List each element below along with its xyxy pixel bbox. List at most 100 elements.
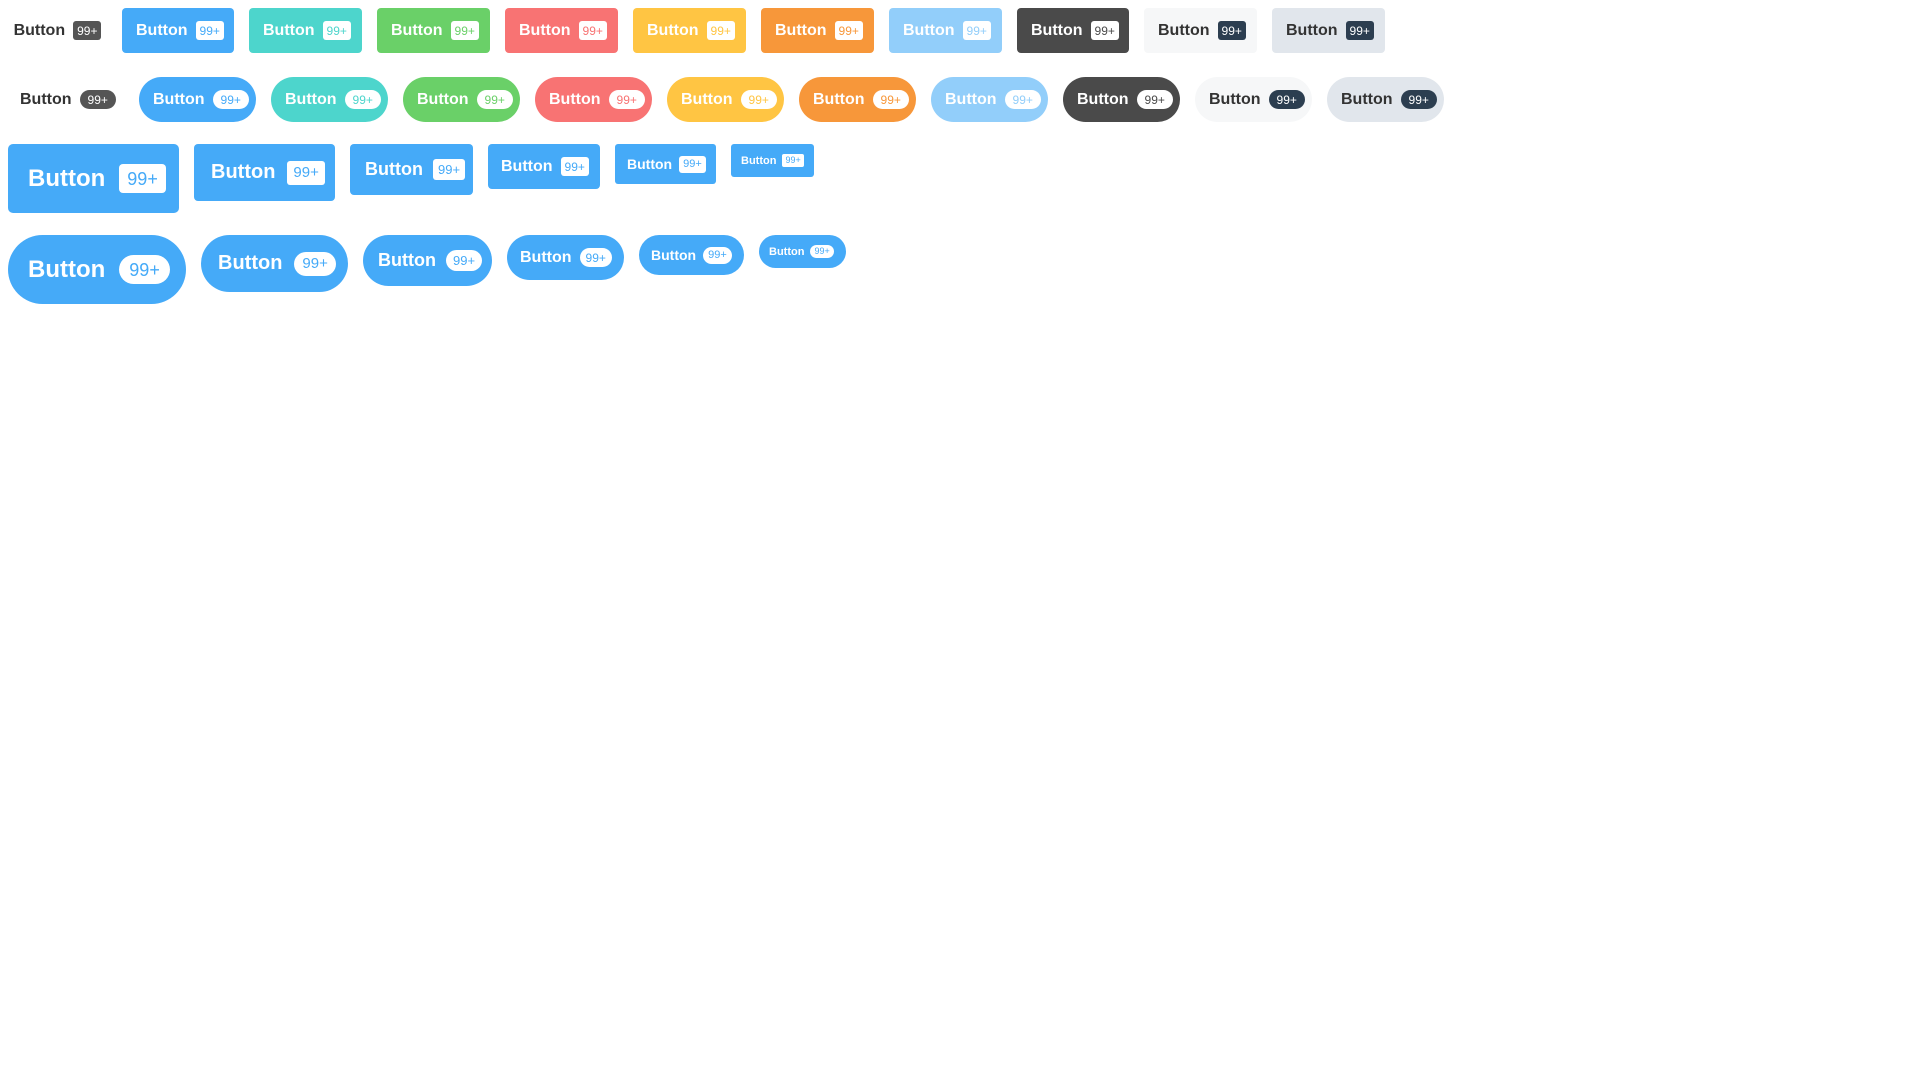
medium-round-button[interactable]: Button 99+ [363, 235, 492, 286]
dark-round-button[interactable]: Button 99+ [1063, 77, 1180, 122]
badge-count: 99+ [1345, 21, 1374, 40]
white-round-button[interactable]: Button 99+ [1195, 77, 1312, 122]
badge-count: 99+ [450, 21, 479, 40]
badge-count: 99+ [578, 21, 607, 40]
badge-count: 99+ [560, 157, 589, 176]
teal-round-button[interactable]: Button 99+ [271, 77, 388, 122]
badge-count: 99+ [294, 251, 336, 276]
default-round-button[interactable]: Button 99+ [8, 77, 124, 122]
badge-count: 99+ [73, 21, 102, 40]
xsmall-button[interactable]: Button 99+ [731, 144, 814, 177]
gray-button[interactable]: Button 99+ [1272, 8, 1385, 53]
button-label: Button [775, 21, 827, 39]
default-button[interactable]: Button 99+ [8, 8, 107, 53]
button-label: Button [417, 90, 469, 108]
button-label: Button [1286, 21, 1338, 39]
button-label: Button [28, 255, 106, 283]
orange-button[interactable]: Button 99+ [761, 8, 874, 53]
badge-count: 99+ [322, 21, 351, 40]
button-label: Button [520, 248, 572, 266]
button-label: Button [136, 21, 188, 39]
size-buttons-square-row: Button 99+ Button 99+ Button 99+ Button … [8, 144, 814, 213]
badge-count: 99+ [195, 21, 224, 40]
button-label: Button [263, 21, 315, 39]
badge-count: 99+ [706, 21, 735, 40]
light-blue-button[interactable]: Button 99+ [889, 8, 1002, 53]
light-blue-round-button[interactable]: Button 99+ [931, 77, 1048, 122]
teal-button[interactable]: Button 99+ [249, 8, 362, 53]
dark-button[interactable]: Button 99+ [1017, 8, 1129, 53]
button-label: Button [813, 90, 865, 108]
large-round-button[interactable]: Button 99+ [201, 235, 348, 292]
button-label: Button [391, 21, 443, 39]
white-button[interactable]: Button 99+ [1144, 8, 1257, 53]
badge-count: 99+ [1400, 90, 1437, 109]
button-label: Button [741, 154, 777, 167]
gray-round-button[interactable]: Button 99+ [1327, 77, 1444, 122]
badge-count: 99+ [212, 90, 249, 109]
green-button[interactable]: Button 99+ [377, 8, 490, 53]
red-round-button[interactable]: Button 99+ [535, 77, 652, 122]
button-label: Button [769, 245, 805, 258]
button-label: Button [20, 90, 72, 108]
badge-count: 99+ [579, 248, 612, 267]
button-label: Button [501, 157, 553, 175]
badge-count: 99+ [119, 164, 166, 193]
badge-count: 99+ [432, 159, 466, 180]
button-label: Button [285, 90, 337, 108]
badge-count: 99+ [1090, 21, 1119, 40]
button-label: Button [1341, 90, 1393, 108]
badge-count: 99+ [119, 255, 170, 284]
button-label: Button [13, 21, 66, 39]
button-label: Button [365, 159, 423, 179]
yellow-button[interactable]: Button 99+ [633, 8, 746, 53]
button-label: Button [378, 250, 436, 270]
badge-count: 99+ [962, 21, 991, 40]
red-button[interactable]: Button 99+ [505, 8, 618, 53]
button-label: Button [1077, 90, 1129, 108]
badge-count: 99+ [1004, 90, 1041, 109]
badge-count: 99+ [287, 160, 325, 185]
badge-count: 99+ [476, 90, 513, 109]
badge-count: 99+ [1268, 90, 1305, 109]
badge-count: 99+ [679, 155, 706, 173]
xlarge-round-button[interactable]: Button 99+ [8, 235, 186, 304]
button-label: Button [1031, 21, 1083, 39]
button-label: Button [1209, 90, 1261, 108]
size-buttons-round-row: Button 99+ Button 99+ Button 99+ Button … [8, 235, 846, 304]
button-label: Button [211, 161, 276, 183]
button-label: Button [627, 156, 673, 172]
small-round-button[interactable]: Button 99+ [639, 235, 744, 275]
small-button[interactable]: Button 99+ [615, 144, 716, 184]
primary-button[interactable]: Button 99+ [122, 8, 234, 53]
default-size-round-button[interactable]: Button 99+ [507, 235, 624, 280]
badge-count: 99+ [344, 90, 381, 109]
badge-count: 99+ [810, 245, 834, 258]
button-label: Button [28, 164, 106, 192]
button-label: Button [903, 21, 955, 39]
xlarge-button[interactable]: Button 99+ [8, 144, 179, 213]
button-label: Button [153, 90, 205, 108]
yellow-round-button[interactable]: Button 99+ [667, 77, 784, 122]
large-button[interactable]: Button 99+ [194, 144, 335, 201]
badge-count: 99+ [872, 90, 909, 109]
orange-round-button[interactable]: Button 99+ [799, 77, 916, 122]
button-label: Button [681, 90, 733, 108]
badge-count: 99+ [740, 90, 777, 109]
color-buttons-square-row: Button 99+ Button 99+ Button 99+ Button … [8, 8, 1385, 53]
button-label: Button [549, 90, 601, 108]
medium-button[interactable]: Button 99+ [350, 144, 473, 195]
badge-count: 99+ [445, 250, 483, 271]
badge-count: 99+ [1136, 90, 1173, 109]
badge-count: 99+ [703, 246, 732, 264]
green-round-button[interactable]: Button 99+ [403, 77, 520, 122]
primary-round-button[interactable]: Button 99+ [139, 77, 256, 122]
button-label: Button [651, 247, 697, 263]
xsmall-round-button[interactable]: Button 99+ [759, 235, 846, 268]
badge-count: 99+ [782, 154, 804, 167]
button-label: Button [647, 21, 699, 39]
button-demo-page: Button 99+ Button 99+ Button 99+ Button … [0, 0, 1920, 1080]
button-label: Button [519, 21, 571, 39]
button-label: Button [1158, 21, 1210, 39]
default-size-button[interactable]: Button 99+ [488, 144, 600, 189]
